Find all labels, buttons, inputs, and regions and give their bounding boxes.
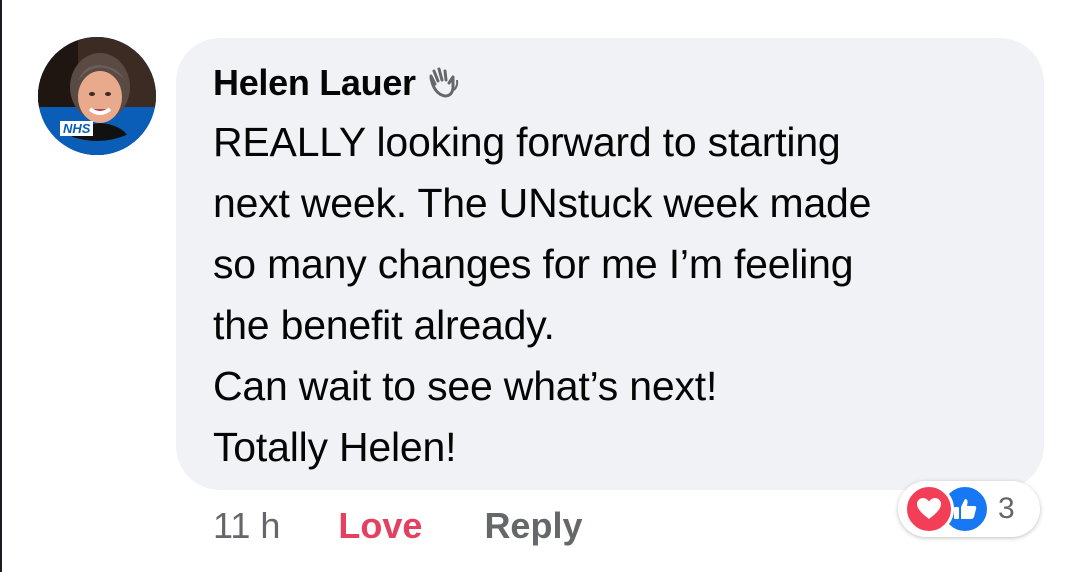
nhs-frame-badge: NHS — [60, 121, 94, 136]
reaction-count: 3 — [998, 492, 1015, 525]
avatar[interactable]: NHS — [38, 37, 156, 155]
waving-hand-icon — [426, 66, 460, 100]
comment-author-row: Helen Lauer — [213, 60, 460, 106]
comment-line: Totally Helen! — [213, 424, 457, 470]
reaction-summary[interactable]: 3 — [898, 481, 1040, 537]
reply-button[interactable]: Reply — [484, 505, 582, 547]
comment-line: the benefit already. — [213, 302, 555, 348]
left-border-line — [0, 0, 2, 572]
comment-text: REALLY looking forward to starting next … — [213, 112, 1013, 478]
author-name[interactable]: Helen Lauer — [213, 60, 416, 106]
comment-timestamp[interactable]: 11 h — [213, 505, 280, 547]
comment-line: Can wait to see what’s next! — [213, 363, 718, 409]
comment-line: REALLY looking forward to starting — [213, 119, 841, 165]
avatar-photo — [38, 37, 156, 155]
love-button[interactable]: Love — [338, 505, 422, 547]
comment-line: so many changes for me I’m feeling — [213, 241, 854, 287]
love-reaction-icon — [904, 484, 954, 534]
comment-actions: 11 h Love Reply — [213, 503, 582, 549]
comment-line: next week. The UNstuck week made — [213, 180, 872, 226]
